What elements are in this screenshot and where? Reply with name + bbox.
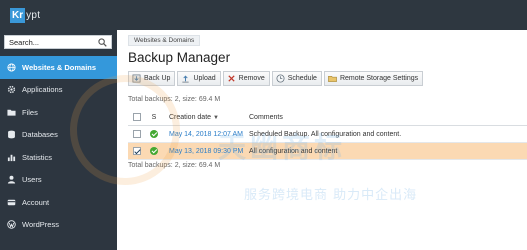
sidebar-item-files[interactable]: Files <box>0 101 117 124</box>
success-status-icon <box>150 147 158 155</box>
back-up-button[interactable]: Back Up <box>128 71 176 86</box>
row-checkbox[interactable] <box>132 130 141 138</box>
backup-date-link[interactable]: May 13, 2018 09:30 PM <box>163 148 249 155</box>
table-row[interactable]: May 14, 2018 12:07 AM Scheduled Backup. … <box>128 126 527 143</box>
schedule-button[interactable]: Schedule <box>271 71 322 86</box>
logo-mark: Kr <box>10 7 26 23</box>
row-checkbox[interactable] <box>132 147 141 155</box>
backups-table: S Creation date ▼ Comments May 14, 2018 1… <box>128 109 527 160</box>
comments-column-header: Comments <box>249 113 283 121</box>
sidebar: Search... Websites & Domains Application… <box>0 30 117 250</box>
page-title: Backup Manager <box>128 50 231 65</box>
sidebar-item-websites-domains[interactable]: Websites & Domains <box>0 56 117 79</box>
logo-text: ypt <box>26 9 41 21</box>
sidebar-item-label: Statistics <box>22 152 53 162</box>
folder-settings-icon <box>328 75 337 82</box>
select-all-checkbox[interactable] <box>132 113 141 121</box>
upload-icon <box>182 75 190 83</box>
main-content: Websites & Domains Backup Manager Back U… <box>117 30 527 250</box>
search-input[interactable]: Search... <box>4 35 112 49</box>
backup-comment: Scheduled Backup. All configuration and … <box>249 130 402 138</box>
sidebar-item-wordpress[interactable]: WordPress <box>0 214 117 237</box>
sidebar-item-label: Applications <box>22 85 63 95</box>
toolbar: Back Up Upload Remove Schedule Remote St… <box>128 71 425 86</box>
backup-comment: All configuration and content <box>249 147 338 155</box>
account-icon <box>7 199 16 205</box>
sidebar-item-databases[interactable]: Databases <box>0 124 117 147</box>
remote-storage-label: Remote Storage Settings <box>339 75 419 82</box>
sidebar-item-label: Account <box>22 197 50 207</box>
gear-icon <box>7 86 16 94</box>
upload-button[interactable]: Upload <box>177 71 221 86</box>
remove-icon <box>228 75 235 82</box>
sidebar-item-label: Users <box>22 175 42 185</box>
clock-icon <box>276 74 285 83</box>
status-column-header[interactable]: S <box>145 114 163 121</box>
back-up-label: Back Up <box>144 75 171 82</box>
sidebar-item-users[interactable]: Users <box>0 169 117 192</box>
sort-desc-icon: ▼ <box>213 114 219 121</box>
backup-summary-top: Total backups: 2, size: 69.4 M <box>128 96 221 103</box>
sidebar-item-label: Files <box>22 107 38 117</box>
upload-label: Upload <box>193 75 216 82</box>
database-icon <box>8 130 15 139</box>
schedule-label: Schedule <box>287 75 317 82</box>
backup-date-link[interactable]: May 14, 2018 12:07 AM <box>163 131 249 138</box>
top-bar: Kr ypt <box>0 0 527 30</box>
sidebar-item-applications[interactable]: Applications <box>0 79 117 102</box>
globe-icon <box>7 63 16 72</box>
creation-date-label: Creation date <box>169 113 212 121</box>
sidebar-item-statistics[interactable]: Statistics <box>0 146 117 169</box>
search-placeholder: Search... <box>9 38 40 47</box>
success-status-icon <box>150 130 158 138</box>
krypt-logo[interactable]: Kr ypt <box>10 7 40 23</box>
table-row[interactable]: May 13, 2018 09:30 PM All configuration … <box>128 143 527 160</box>
remove-button[interactable]: Remove <box>222 71 270 86</box>
user-icon <box>7 175 16 184</box>
search-icon[interactable] <box>98 38 107 47</box>
breadcrumb[interactable]: Websites & Domains <box>128 35 201 46</box>
backup-icon <box>132 74 141 83</box>
folder-icon <box>7 109 16 116</box>
wordpress-icon <box>7 220 16 229</box>
remove-label: Remove <box>238 75 265 82</box>
sidebar-nav: Websites & Domains Applications Files Da… <box>0 56 117 236</box>
sidebar-item-label: Websites & Domains <box>22 62 97 72</box>
remote-storage-settings-button[interactable]: Remote Storage Settings <box>323 71 424 86</box>
sidebar-item-label: WordPress <box>22 220 59 230</box>
sidebar-item-account[interactable]: Account <box>0 191 117 214</box>
creation-date-column-header[interactable]: Creation date ▼ <box>163 114 249 121</box>
sidebar-item-label: Databases <box>22 130 58 140</box>
backup-summary-bottom: Total backups: 2, size: 69.4 M <box>128 162 221 169</box>
table-header: S Creation date ▼ Comments <box>128 109 527 126</box>
chart-icon <box>7 154 16 161</box>
